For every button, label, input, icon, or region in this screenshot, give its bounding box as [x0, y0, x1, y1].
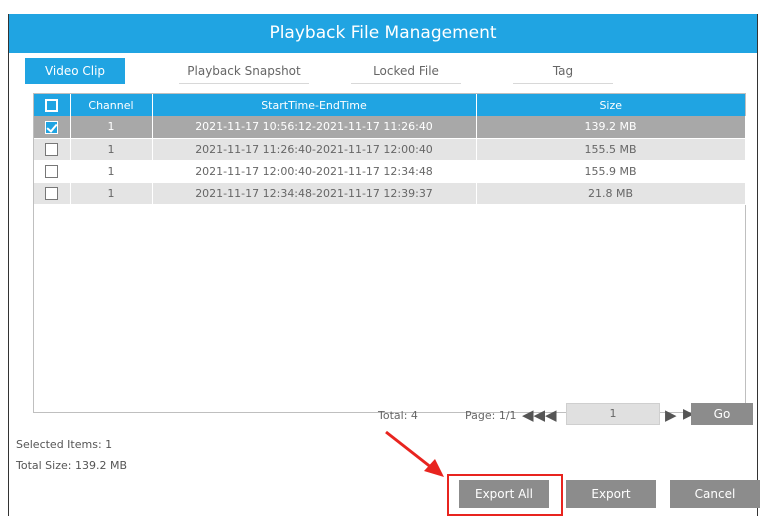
annotation-arrow-icon: [385, 430, 444, 477]
